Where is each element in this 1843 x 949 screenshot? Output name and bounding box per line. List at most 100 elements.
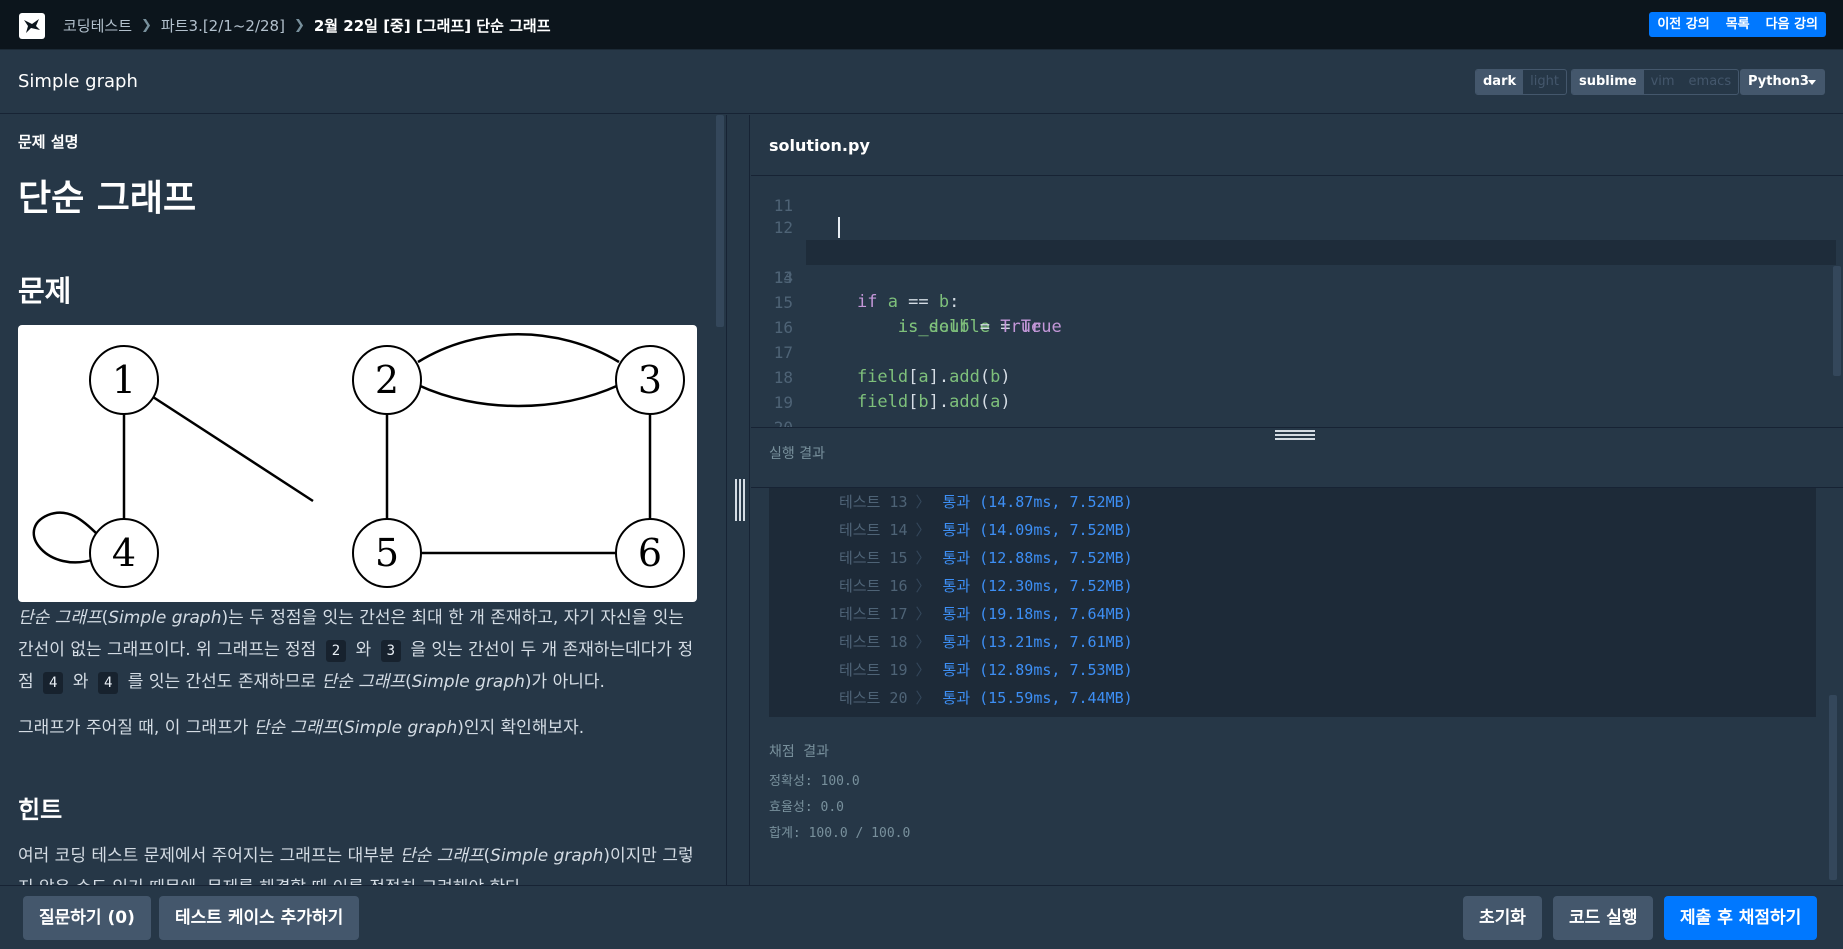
result-row: 테스트 16 〉 통과 (12.30ms, 7.52MB): [839, 572, 1133, 600]
term-en: Simple graph: [344, 718, 458, 738]
term-en: Simple graph: [411, 672, 525, 692]
description-scrollbar[interactable]: [716, 115, 724, 327]
result-name: 테스트 16: [839, 577, 908, 595]
language-value: Python3: [1748, 74, 1809, 89]
file-name: solution.py: [769, 136, 870, 155]
code-line: 17 field[a].add(b): [751, 315, 1843, 387]
section-label: 문제 설명: [18, 133, 79, 151]
problem-description-panel[interactable]: 문제 설명 단순 그래프 문제 1 2 3 4 5 6 단순 그래프(Simpl…: [0, 115, 726, 885]
problem-paragraph-1: 단순 그래프(Simple graph)는 두 정점을 잇는 간선은 최대 한 …: [18, 602, 698, 698]
text-cursor: [838, 217, 840, 238]
chevron-right-icon: 〉: [915, 633, 931, 651]
reset-button[interactable]: 초기화: [1463, 896, 1542, 940]
logo-icon[interactable]: [19, 13, 45, 39]
file-tab: solution.py: [751, 115, 1843, 176]
text: 그래프가 주어질 때, 이 그래프가: [18, 718, 249, 738]
edge-2-3-lower: [417, 383, 620, 408]
term: 단순 그래프: [18, 608, 102, 628]
result-name: 테스트 20: [839, 689, 908, 707]
result-row: 테스트 14 〉 통과 (14.09ms, 7.52MB): [839, 516, 1133, 544]
result-value: 통과 (19.18ms, 7.64MB): [942, 605, 1133, 623]
term-en: Simple graph: [490, 846, 604, 866]
result-row: 테스트 20 〉 통과 (15.59ms, 7.44MB): [839, 684, 1133, 712]
code-line: 12 if a in field[b] or b in field[a]:: [751, 190, 1843, 262]
term: 단순 그래프: [399, 846, 484, 866]
result-name: 테스트 17: [839, 605, 908, 623]
theme-light-option[interactable]: light: [1523, 70, 1566, 94]
run-code-button[interactable]: 코드 실행: [1553, 896, 1654, 940]
result-value: 통과 (12.30ms, 7.52MB): [942, 577, 1133, 595]
keymap-vim-option[interactable]: vim: [1644, 70, 1682, 94]
result-name: 테스트 14: [839, 521, 908, 539]
grading-summary: 채점 결과 정확성: 100.0 효율성: 0.0 합계: 100.0 / 10…: [769, 741, 910, 847]
editor-scrollbar[interactable]: [1833, 266, 1841, 376]
caret-down-icon: [1808, 80, 1816, 85]
result-row: 테스트 19 〉 통과 (12.89ms, 7.53MB): [839, 656, 1133, 684]
theme-toggle: dark light: [1475, 69, 1567, 95]
node-label-2: 2: [375, 358, 399, 402]
keymap-toggle: sublime vim emacs: [1571, 69, 1740, 95]
chevron-right-icon: ❯: [293, 17, 305, 33]
test-results-list[interactable]: 테스트 13 〉 통과 (14.87ms, 7.52MB) 테스트 14 〉 통과 (1…: [769, 488, 1816, 717]
graph-diagram: 1 2 3 4 5 6: [32, 333, 685, 588]
total-score: 합계: 100.0 / 100.0: [769, 826, 911, 841]
inline-code: 4: [97, 672, 119, 694]
chevron-right-icon: 〉: [915, 521, 931, 539]
breadcrumb-item-part[interactable]: 파트3.[2/1~2/28]: [161, 15, 285, 36]
results-scrollbar[interactable]: [1829, 695, 1837, 880]
chevron-right-icon: 〉: [915, 549, 931, 567]
submit-button[interactable]: 제출 후 채점하기: [1664, 896, 1818, 940]
breadcrumb-item-course[interactable]: 코딩테스트: [63, 15, 132, 36]
chevron-right-icon: 〉: [915, 605, 931, 623]
code-line: 14 if a == b:: [751, 240, 1843, 312]
breadcrumb-item-current: 2월 22일 [중] [그래프] 단순 그래프: [313, 16, 551, 35]
resize-grip-icon: [735, 479, 745, 521]
lesson-navigation: 이전 강의 목록 다음 강의: [1649, 12, 1826, 37]
graph-figure: 1 2 3 4 5 6: [18, 325, 697, 602]
edge-1-5: [152, 395, 314, 503]
lesson-list-button[interactable]: 목록: [1718, 12, 1758, 37]
keymap-sublime-option[interactable]: sublime: [1572, 70, 1644, 94]
code-line: 15 is_self = True: [751, 265, 1843, 337]
lesson-titlebar: Simple graph dark light sublime vim emac…: [0, 50, 1843, 114]
next-lesson-button[interactable]: 다음 강의: [1758, 12, 1826, 37]
result-name: 테스트 15: [839, 549, 908, 567]
inline-code: 4: [43, 672, 64, 694]
text: (: [405, 672, 412, 692]
edge-4-self-loop: [32, 511, 99, 564]
term: 단순 그래프: [253, 718, 338, 738]
language-select[interactable]: Python3: [1740, 69, 1825, 95]
theme-dark-option[interactable]: dark: [1476, 70, 1524, 94]
lesson-title: Simple graph: [18, 71, 138, 92]
problem-title: 단순 그래프: [18, 178, 197, 219]
prev-lesson-button[interactable]: 이전 강의: [1649, 12, 1717, 37]
code-panel: solution.py 11 12 if a in field[b] or b …: [751, 115, 1843, 885]
node-label-3: 3: [638, 358, 662, 402]
code-editor[interactable]: 11 12 if a in field[b] or b in field[a]:…: [751, 176, 1843, 427]
ask-question-button[interactable]: 질문하기 (0): [23, 896, 151, 940]
code-line-active: 13 is_double = True: [751, 215, 1843, 337]
result-name: 테스트 13: [839, 493, 908, 511]
action-footer: 질문하기 (0) 테스트 케이스 추가하기 초기화 코드 실행 제출 후 채점하…: [0, 885, 1843, 949]
code-line: 20 print("NO" if is_self or is_double el…: [751, 390, 1843, 427]
chevron-right-icon: 〉: [915, 493, 931, 511]
panel-resizer[interactable]: [726, 115, 750, 885]
result-value: 통과 (14.09ms, 7.52MB): [942, 521, 1133, 539]
add-testcase-button[interactable]: 테스트 케이스 추가하기: [159, 896, 360, 940]
result-row: 테스트 18 〉 통과 (13.21ms, 7.61MB): [839, 628, 1133, 656]
accuracy-score: 정확성: 100.0: [769, 774, 860, 789]
code-line: 16: [751, 290, 1843, 337]
drag-handle-icon[interactable]: [1275, 430, 1315, 441]
node-label-1: 1: [112, 358, 136, 402]
top-navigation: 코딩테스트 ❯ 파트3.[2/1~2/28] ❯ 2월 22일 [중] [그래프…: [0, 0, 1843, 50]
result-row: 테스트 15 〉 통과 (12.88ms, 7.52MB): [839, 544, 1133, 572]
problem-paragraph-2: 그래프가 주어질 때, 이 그래프가 단순 그래프(Simple graph)인…: [18, 712, 698, 744]
node-label-6: 6: [638, 531, 662, 575]
edge-2-3-upper: [417, 333, 620, 364]
grading-title: 채점 결과: [769, 744, 829, 760]
inline-code: 2: [325, 640, 347, 662]
keymap-emacs-option[interactable]: emacs: [1682, 70, 1739, 94]
result-row: 테스트 13 〉 통과 (14.87ms, 7.52MB): [839, 488, 1133, 516]
problem-heading: 문제: [18, 274, 72, 308]
term-en: Simple graph: [108, 608, 222, 628]
